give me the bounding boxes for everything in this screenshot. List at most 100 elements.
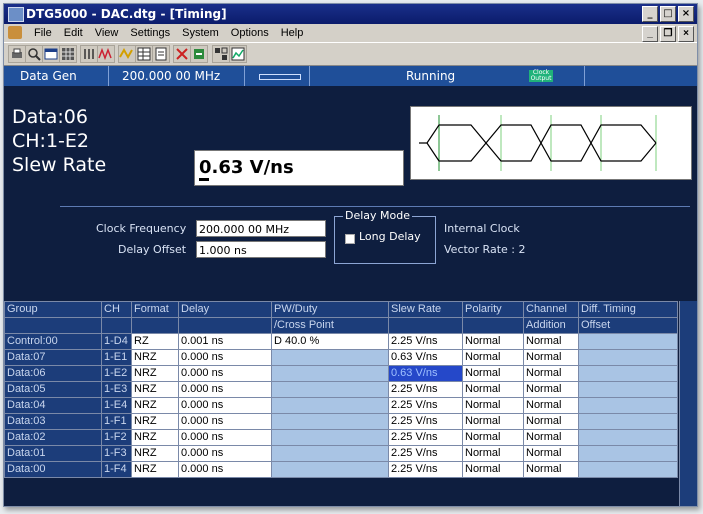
tools-icon[interactable] [190, 45, 208, 63]
header-polarity[interactable]: Polarity [462, 301, 524, 318]
delay-cell[interactable]: 0.000 ns [178, 381, 272, 398]
format-cell[interactable]: NRZ [131, 445, 179, 462]
cut-icon[interactable] [173, 45, 191, 63]
doc-icon[interactable] [152, 45, 170, 63]
group-cell[interactable]: Data:07 [4, 349, 102, 366]
slew-rate-cell[interactable]: 2.25 V/ns [388, 429, 463, 446]
slew-rate-cell[interactable]: 0.63 V/ns [388, 349, 463, 366]
wave-icon[interactable] [97, 45, 115, 63]
menu-help[interactable]: Help [275, 24, 310, 42]
pw-duty-cell[interactable] [271, 445, 389, 462]
group-cell[interactable]: Data:01 [4, 445, 102, 462]
header-group[interactable]: Group [4, 301, 102, 318]
table-row[interactable]: Data:06 1-E2 NRZ 0.000 ns 0.63 V/ns Normal Nor… [4, 365, 678, 382]
polarity-cell[interactable]: Normal [462, 333, 524, 350]
polarity-cell[interactable]: Normal [462, 461, 524, 478]
maximize-button[interactable]: □ [660, 6, 676, 22]
ch-cell[interactable]: 1-E1 [101, 349, 132, 366]
diff-timing-cell[interactable] [578, 365, 678, 382]
pw-duty-cell[interactable] [271, 413, 389, 430]
group-cell[interactable]: Data:06 [4, 365, 102, 382]
slew-rate-cell[interactable]: 2.25 V/ns [388, 397, 463, 414]
channel-addition-cell[interactable]: Normal [523, 413, 579, 430]
minimize-button[interactable]: _ [642, 6, 658, 22]
table-row[interactable]: Data:02 1-F2 NRZ 0.000 ns 2.25 V/ns Normal Nor… [4, 429, 678, 446]
list-icon[interactable] [80, 45, 98, 63]
table-icon[interactable] [135, 45, 153, 63]
diff-timing-cell[interactable] [578, 381, 678, 398]
diff-timing-cell[interactable] [578, 397, 678, 414]
channel-addition-cell[interactable]: Normal [523, 461, 579, 478]
group-cell[interactable]: Data:02 [4, 429, 102, 446]
ch-cell[interactable]: 1-E3 [101, 381, 132, 398]
slew-rate-cell[interactable]: 0.63 V/ns [388, 365, 463, 382]
menu-file[interactable]: File [28, 24, 58, 42]
delay-cell[interactable]: 0.000 ns [178, 461, 272, 478]
table-row[interactable]: Data:07 1-E1 NRZ 0.000 ns 0.63 V/ns Normal Nor… [4, 349, 678, 366]
blocks-icon[interactable] [212, 45, 230, 63]
menu-system[interactable]: System [176, 24, 225, 42]
header-delay[interactable]: Delay [178, 301, 272, 318]
pw-duty-cell[interactable] [271, 461, 389, 478]
group-cell[interactable]: Data:05 [4, 381, 102, 398]
diff-timing-cell[interactable] [578, 333, 678, 350]
format-cell[interactable]: NRZ [131, 381, 179, 398]
diff-timing-cell[interactable] [578, 429, 678, 446]
header-slew-rate[interactable]: Slew Rate [388, 301, 463, 318]
delay-cell[interactable]: 0.000 ns [178, 429, 272, 446]
format-cell[interactable]: NRZ [131, 397, 179, 414]
chart-icon[interactable] [229, 45, 247, 63]
format-cell[interactable]: RZ [131, 333, 179, 350]
ch-cell[interactable]: 1-D4 [101, 333, 132, 350]
slew-rate-cell[interactable]: 2.25 V/ns [388, 333, 463, 350]
table-row[interactable]: Data:03 1-F1 NRZ 0.000 ns 2.25 V/ns Normal Nor… [4, 413, 678, 430]
pw-duty-cell[interactable] [271, 349, 389, 366]
channel-addition-cell[interactable]: Normal [523, 365, 579, 382]
polarity-cell[interactable]: Normal [462, 413, 524, 430]
group-cell[interactable]: Data:03 [4, 413, 102, 430]
child-restore-button[interactable]: ❐ [660, 26, 676, 42]
delay-cell[interactable]: 0.001 ns [178, 333, 272, 350]
child-close-button[interactable]: × [678, 26, 694, 42]
clock-frequency-field[interactable]: 200.000 00 MHz [196, 220, 326, 237]
pw-duty-cell[interactable] [271, 429, 389, 446]
channel-addition-cell[interactable]: Normal [523, 397, 579, 414]
menu-settings[interactable]: Settings [124, 24, 176, 42]
preview-icon[interactable] [25, 45, 43, 63]
print-icon[interactable] [8, 45, 26, 63]
table-row[interactable]: Data:05 1-E3 NRZ 0.000 ns 2.25 V/ns Normal Nor… [4, 381, 678, 398]
diff-timing-cell[interactable] [578, 413, 678, 430]
header-format[interactable]: Format [131, 301, 179, 318]
diff-timing-cell[interactable] [578, 349, 678, 366]
channel-addition-cell[interactable]: Normal [523, 349, 579, 366]
format-cell[interactable]: NRZ [131, 461, 179, 478]
ch-cell[interactable]: 1-F2 [101, 429, 132, 446]
table-row[interactable]: Data:04 1-E4 NRZ 0.000 ns 2.25 V/ns Normal Nor… [4, 397, 678, 414]
ch-cell[interactable]: 1-F3 [101, 445, 132, 462]
window-icon[interactable] [42, 45, 60, 63]
header-pw-duty[interactable]: PW/Duty [271, 301, 389, 318]
polarity-cell[interactable]: Normal [462, 445, 524, 462]
pw-duty-cell[interactable] [271, 397, 389, 414]
polarity-cell[interactable]: Normal [462, 429, 524, 446]
child-minimize-button[interactable]: _ [642, 26, 658, 42]
ch-cell[interactable]: 1-F4 [101, 461, 132, 478]
format-cell[interactable]: NRZ [131, 349, 179, 366]
table-scrollbar[interactable] [679, 301, 697, 506]
slew-rate-cell[interactable]: 2.25 V/ns [388, 413, 463, 430]
polarity-cell[interactable]: Normal [462, 349, 524, 366]
format-cell[interactable]: NRZ [131, 429, 179, 446]
menu-options[interactable]: Options [225, 24, 275, 42]
ch-cell[interactable]: 1-E4 [101, 397, 132, 414]
timing-icon[interactable] [118, 45, 136, 63]
document-menu-icon[interactable] [8, 26, 22, 39]
ch-cell[interactable]: 1-E2 [101, 365, 132, 382]
long-delay-checkbox[interactable] [345, 234, 355, 244]
grid-icon[interactable] [59, 45, 77, 63]
table-row[interactable]: Data:00 1-F4 NRZ 0.000 ns 2.25 V/ns Normal Nor… [4, 461, 678, 478]
group-cell[interactable]: Data:04 [4, 397, 102, 414]
delay-cell[interactable]: 0.000 ns [178, 445, 272, 462]
delay-cell[interactable]: 0.000 ns [178, 413, 272, 430]
polarity-cell[interactable]: Normal [462, 365, 524, 382]
delay-offset-field[interactable]: 1.000 ns [196, 241, 326, 258]
